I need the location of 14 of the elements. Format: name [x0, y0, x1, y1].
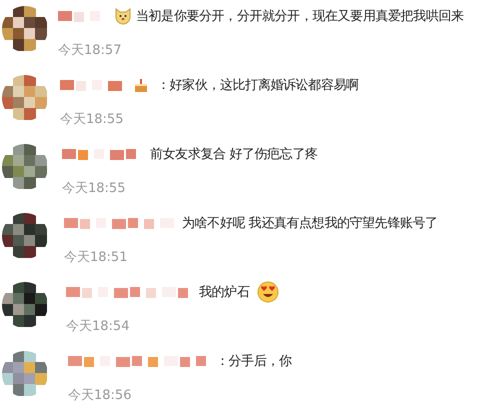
comment-time: 今天18:54 [66, 318, 130, 336]
comment-time: 今天18:55 [62, 180, 126, 198]
comment-text: ：分手后，你 [216, 353, 292, 370]
comment-text: 当初是你要分开，分开就分开，现在又要用真爱把我哄回来 [136, 8, 464, 25]
comment-text: 我的炉石 [199, 284, 250, 301]
comment-time: 今天18:55 [60, 110, 124, 128]
comment-text: 前女友求复合 好了伤疤忘了疼 [150, 146, 318, 163]
comment-text: 为啥不好呢 我还真有点想我的守望先锋账号了 [182, 215, 438, 232]
cake-icon [133, 77, 149, 93]
heart-eyes-emoji-icon [257, 281, 280, 303]
comment-text: ：好家伙，这比打离婚诉讼都容易啊 [157, 77, 359, 94]
comment-time: 今天18:57 [58, 42, 122, 60]
comment-time: 今天18:51 [64, 248, 128, 266]
comment-time: 今天18:56 [68, 386, 132, 404]
